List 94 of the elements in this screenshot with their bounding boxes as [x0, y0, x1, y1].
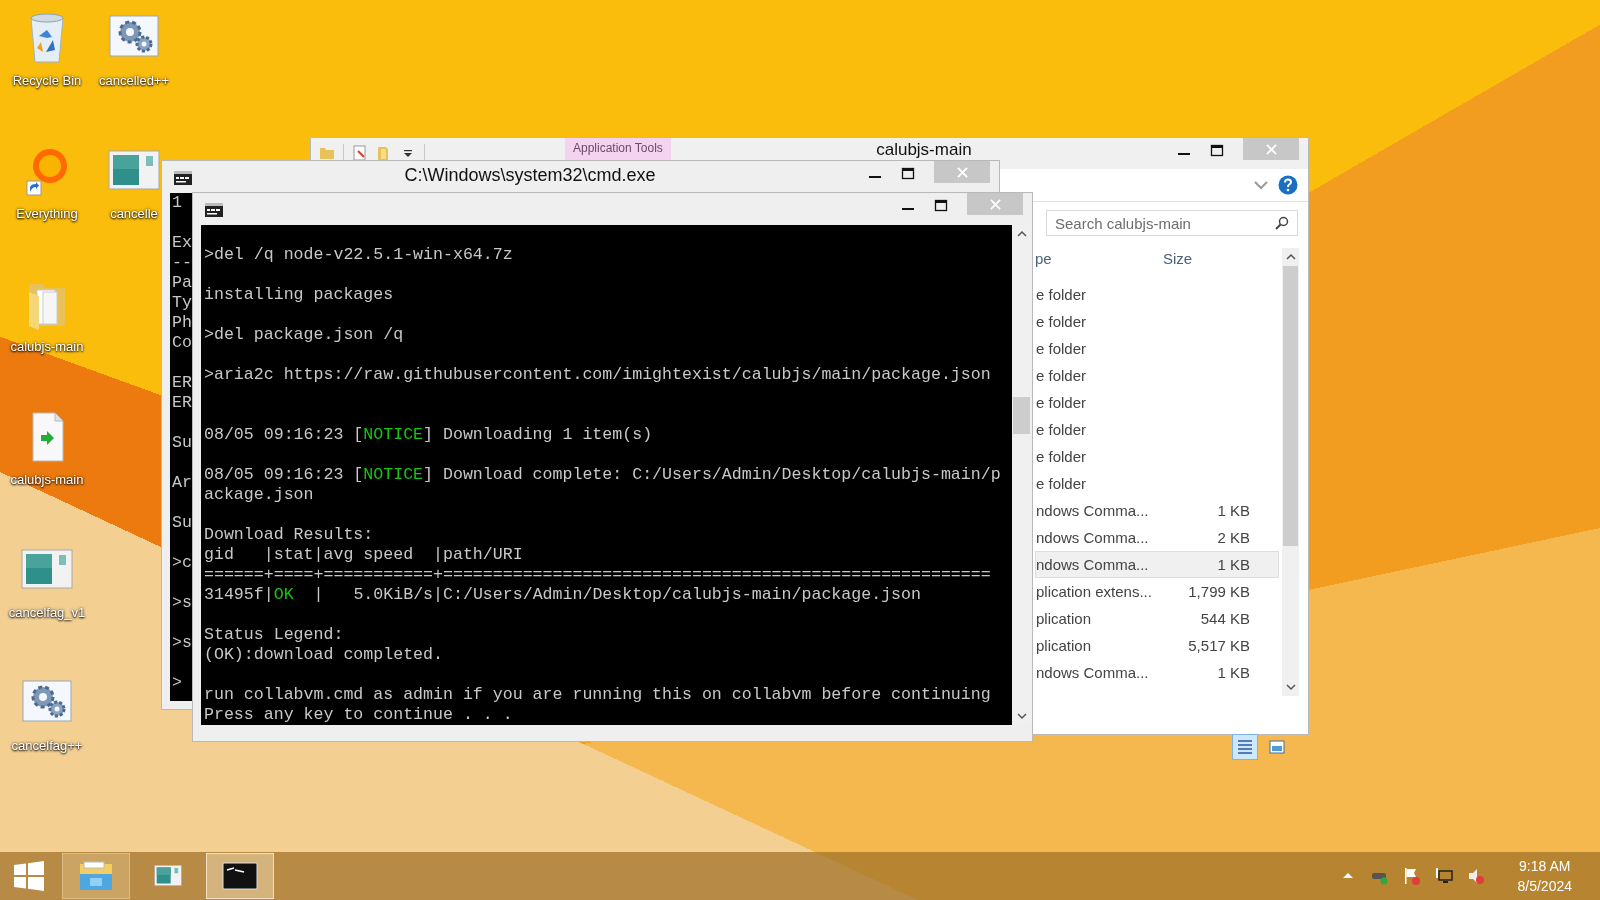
console-line: >del package.json /q [204, 325, 404, 345]
console-line: Press any key to continue . . . [204, 705, 513, 725]
window-title: C:\Windows\system32\cmd.exe [403, 164, 657, 186]
maximize-icon[interactable] [901, 167, 915, 181]
table-cell-text: 1 KB [1216, 664, 1250, 681]
table-cell-text: 2 KB [1216, 529, 1250, 546]
file-row[interactable]: ndows Comma... 1 KB [1035, 551, 1279, 578]
console-line: ackage.json [204, 485, 314, 505]
table-cell-text: e folder [1036, 286, 1088, 303]
context-tab[interactable]: Application Tools [565, 138, 671, 161]
console-icon [222, 862, 258, 890]
console-line: (OK):download completed. [204, 645, 443, 665]
file-row[interactable]: e folder [1035, 416, 1279, 443]
taskbar-button[interactable] [206, 853, 274, 899]
console-line: Ex [172, 233, 192, 253]
table-cell-text: ndows Comma... [1036, 529, 1150, 546]
file-row[interactable]: e folder [1035, 281, 1279, 308]
file-row[interactable]: e folder [1035, 362, 1279, 389]
console-line: Download Results: [204, 525, 374, 545]
file-row[interactable]: plication 5,517 KB [1035, 632, 1279, 659]
file-row[interactable]: e folder [1035, 443, 1279, 470]
console-icon [205, 203, 223, 217]
column-header[interactable]: Size [1157, 249, 1193, 267]
properties-icon[interactable] [352, 145, 368, 161]
table-cell-text: 1 KB [1216, 502, 1250, 519]
console-line: ER [172, 393, 192, 413]
file-row[interactable]: plication 544 KB [1035, 605, 1279, 632]
table-cell-text: e folder [1036, 313, 1088, 330]
window-title: calubjs-main [875, 139, 973, 160]
console-line: -- [172, 253, 192, 273]
file-row[interactable]: plication extens... 1,799 KB [1035, 578, 1279, 605]
table-cell-text: e folder [1036, 475, 1088, 492]
console-line: 08/05 09:16:23 [NOTICE] Download complete: C:/Users/Admin/Desktop/calubjs-main/p [204, 465, 1001, 485]
search-field[interactable]: Search calubjs-main [1046, 210, 1298, 236]
console-line: 08/05 09:16:23 [NOTICE] Downloading 1 item(s) [204, 425, 653, 445]
table-cell-text: 1,799 KB [1187, 583, 1250, 600]
details-view-icon[interactable] [1232, 734, 1258, 760]
scroll-thumb[interactable] [1013, 397, 1030, 434]
file-row[interactable]: ndows Comma... 1 KB [1035, 497, 1279, 524]
console-line: >c [172, 553, 192, 573]
console-line: ER [172, 373, 192, 393]
windows-logo-icon [13, 860, 45, 892]
console-line: >aria2c https://raw.githubusercontent.com/imightexist/calubjs/main/package.json [204, 365, 991, 385]
console-line: Ph [172, 313, 192, 333]
console-line: >s [172, 633, 192, 653]
console-line: Ar [172, 473, 192, 493]
file-row[interactable]: e folder [1035, 335, 1279, 362]
console-line: installing packages [204, 285, 394, 305]
table-cell-text: plication [1036, 637, 1093, 654]
table-cell-text: plication [1036, 610, 1093, 627]
maximize-icon[interactable] [934, 199, 948, 213]
console-line: Status Legend: [204, 625, 344, 645]
table-cell-text: 544 KB [1199, 610, 1250, 627]
console-line: >del /q node-v22.5.1-win-x64.7z [204, 245, 513, 265]
console-line: Ty [172, 293, 192, 313]
table-cell-text: plication extens... [1036, 583, 1153, 600]
console-line: Su [172, 513, 192, 533]
console-line: Co [172, 333, 192, 353]
scrollbar[interactable] [1282, 248, 1299, 696]
maximize-icon[interactable] [1210, 144, 1224, 158]
console-line: Pa [172, 273, 192, 293]
file-row[interactable]: e folder [1035, 308, 1279, 335]
search-icon[interactable] [1275, 216, 1289, 230]
console-line: >s [172, 593, 192, 613]
table-cell-text: e folder [1036, 340, 1088, 357]
network-icon[interactable] [1433, 866, 1454, 886]
console-line: ======+====+===========+======================================================= [204, 565, 991, 585]
console-line: gid |stat|avg speed |path/URI [204, 545, 523, 565]
table-cell-text: e folder [1036, 448, 1088, 465]
table-cell-text: ndows Comma... [1036, 502, 1150, 519]
help-icon[interactable] [1278, 175, 1298, 195]
file-row[interactable]: e folder [1035, 470, 1279, 497]
console-line: > [172, 673, 182, 693]
console-line: 1 [172, 193, 182, 213]
table-cell-text: 5,517 KB [1187, 637, 1250, 654]
table-cell-text: e folder [1036, 421, 1088, 438]
table-cell-text: ndows Comma... [1036, 556, 1150, 573]
file-row[interactable]: ndows Comma... 1 KB [1035, 659, 1279, 686]
column-header[interactable]: pe [1035, 249, 1052, 267]
file-row[interactable]: ndows Comma... 2 KB [1035, 524, 1279, 551]
table-cell-text: e folder [1036, 394, 1088, 411]
table-cell-text: 1 KB [1216, 556, 1250, 573]
console-line: run collabvm.cmd as admin if you are running this on collabvm before continuing [204, 685, 991, 705]
folder-icon [78, 860, 114, 892]
file-row[interactable]: e folder [1035, 389, 1279, 416]
console-line: 31495f|OK | 5.0KiB/s|C:/Users/Admin/Desktop/calubjs-main/package.json [204, 585, 921, 605]
scroll-thumb[interactable] [1283, 266, 1298, 546]
console-line: Su [172, 433, 192, 453]
table-cell-text: ndows Comma... [1036, 664, 1150, 681]
chevron-down-icon[interactable] [1254, 180, 1268, 190]
scroll-down-icon[interactable] [1284, 681, 1297, 693]
table-cell-text: e folder [1036, 367, 1088, 384]
scroll-down-icon[interactable] [1015, 710, 1028, 722]
console-icon [174, 171, 192, 185]
